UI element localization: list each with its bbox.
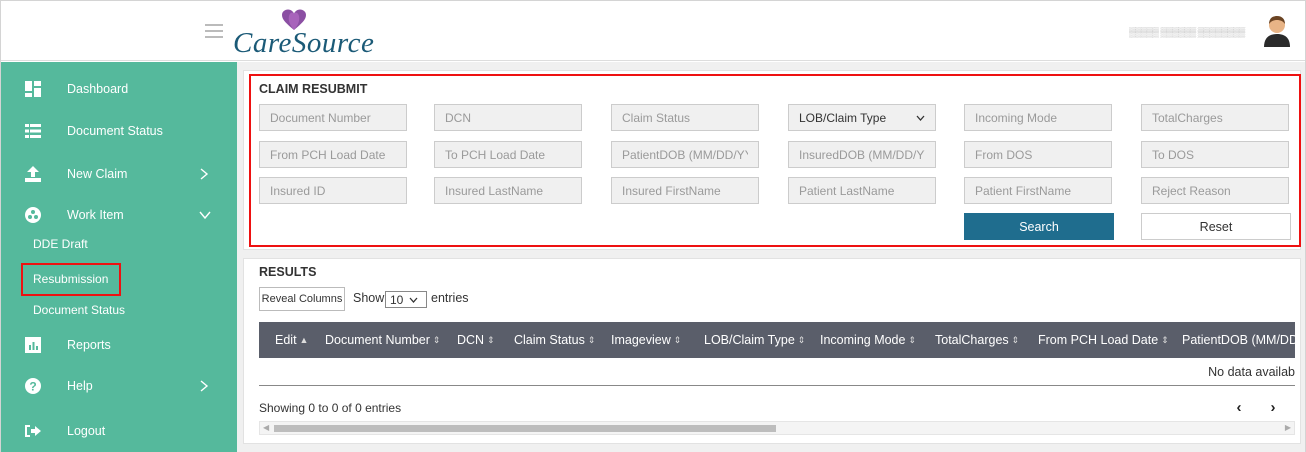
sidebar-item-label: Document Status [67,124,163,138]
sidebar-item-reports[interactable]: Reports [1,325,237,365]
dcn-input[interactable] [434,104,582,131]
brand-logo[interactable]: CareSource [233,9,413,59]
question-icon: ? [25,378,41,394]
list-icon [25,123,41,139]
sidebar-subitem-label: DDE Draft [33,237,88,251]
insured-firstname-input[interactable] [611,177,759,204]
column-header-claim-status[interactable]: Claim Status ⇕ [514,322,595,358]
upload-icon [25,166,41,182]
network-icon [25,207,41,223]
no-data-message: No data availab [1208,365,1295,379]
sidebar-item-work-item[interactable]: Work Item [1,195,237,235]
sort-icon: ⇕ [487,334,495,345]
incoming-mode-input[interactable] [964,104,1112,131]
dashboard-grid-icon [25,81,41,97]
column-header-incoming-mode[interactable]: Incoming Mode ⇕ [820,322,916,358]
entries-label: entries [431,291,469,305]
logout-icon [25,423,41,439]
patient-firstname-input[interactable] [964,177,1112,204]
sidebar-item-label: Reports [67,338,111,352]
sidebar-item-new-claim[interactable]: New Claim [1,154,237,194]
sidebar-subitem-label: Document Status [33,303,126,317]
column-header-document-number[interactable]: Document Number ⇕ [325,322,440,358]
sort-icon: ⇕ [908,334,917,345]
sidebar-item-document-status[interactable]: Document Status [1,111,237,151]
sort-icon: ⇕ [587,334,596,345]
entries-per-page-value: 10 [390,292,404,307]
column-header-edit[interactable]: Edit ▲ [275,322,308,358]
brand-name: CareSource [233,27,375,59]
user-avatar-icon[interactable] [1263,15,1291,47]
sidebar-item-label: Dashboard [67,82,129,96]
active-item-highlight [21,263,121,296]
sort-icon: ⇕ [1011,334,1020,345]
from-dos-input[interactable] [964,141,1112,168]
column-header-from-pch-load-date[interactable]: From PCH Load Date ⇕ [1038,322,1169,358]
chevron-right-icon [200,380,209,392]
user-name[interactable]: ▒▒▒▒▒ ▒▒▒▒▒▒ ▒▒▒▒▒▒▒▒ [1129,27,1249,37]
sort-icon: ⇕ [797,334,806,345]
entries-per-page-select[interactable]: 10 [385,291,427,308]
column-header-imageview[interactable]: Imageview ⇕ [611,322,681,358]
insured-dob-input[interactable] [788,141,936,168]
to-dos-input[interactable] [1141,141,1289,168]
claim-status-input[interactable] [611,104,759,131]
column-header-total-charges[interactable]: TotalCharges ⇕ [935,322,1019,358]
sidebar-item-label: Logout [67,424,106,438]
hamburger-menu-icon[interactable] [205,24,223,38]
reject-reason-input[interactable] [1141,177,1289,204]
show-label: Show [353,291,385,305]
chevron-down-icon [409,297,418,303]
document-number-input[interactable] [259,104,407,131]
insured-lastname-input[interactable] [434,177,582,204]
sidebar-item-label: Help [67,379,93,393]
lob-claim-type-select[interactable]: LOB/Claim Type [788,104,936,131]
sidebar-item-label: Work Item [67,208,124,222]
total-charges-input[interactable] [1141,104,1289,131]
sidebar-item-help[interactable]: ? Help [1,366,237,406]
lob-claim-type-value: LOB/Claim Type [799,110,887,125]
reset-button[interactable]: Reset [1141,213,1291,240]
sidebar-item-logout[interactable]: Logout [1,411,237,451]
sort-icon: ⇕ [1161,334,1169,345]
scrollbar-thumb[interactable] [274,425,776,432]
patient-dob-input[interactable] [611,141,759,168]
column-header-patient-dob[interactable]: PatientDOB (MM/DD [1182,322,1295,358]
bar-chart-icon [25,337,41,353]
column-header-lob-claim-type[interactable]: LOB/Claim Type ⇕ [704,322,805,358]
sidebar-item-label: New Claim [67,167,128,181]
top-header: CareSource ▒▒▒▒▒ ▒▒▒▒▒▒ ▒▒▒▒▒▒▒▒ [1,1,1305,61]
scroll-right-icon[interactable]: ▶ [1285,423,1291,432]
patient-lastname-input[interactable] [788,177,936,204]
chevron-down-icon [916,115,925,121]
horizontal-scrollbar[interactable]: ◀ ▶ [259,421,1295,435]
chevron-right-icon [200,168,209,180]
search-button[interactable]: Search [964,213,1114,240]
to-pch-load-date-input[interactable] [434,141,582,168]
insured-id-input[interactable] [259,177,407,204]
previous-page-icon[interactable]: ‹ [1231,399,1247,416]
next-page-icon[interactable]: › [1265,399,1281,416]
sort-icon: ⇕ [673,334,682,345]
results-table-header: Edit ▲ Document Number ⇕ DCN ⇕ Claim Status… [259,322,1295,358]
sort-asc-icon: ▲ [299,335,309,345]
sort-icon: ⇕ [432,334,441,345]
sidebar-subitem-dde-draft[interactable]: DDE Draft [1,233,237,255]
table-info: Showing 0 to 0 of 0 entries [259,401,402,415]
results-title: RESULTS [259,265,317,279]
sidebar-subitem-document-status[interactable]: Document Status [1,299,237,321]
from-pch-load-date-input[interactable] [259,141,407,168]
scroll-left-icon[interactable]: ◀ [263,423,269,432]
svg-text:?: ? [29,380,36,394]
claim-resubmit-title: CLAIM RESUBMIT [259,82,368,96]
sidebar-item-dashboard[interactable]: Dashboard [1,69,237,109]
reveal-columns-button[interactable]: Reveal Columns [259,287,345,311]
chevron-down-icon [199,211,211,220]
column-header-dcn[interactable]: DCN ⇕ [457,322,495,358]
empty-table-row: No data availab [259,358,1295,386]
